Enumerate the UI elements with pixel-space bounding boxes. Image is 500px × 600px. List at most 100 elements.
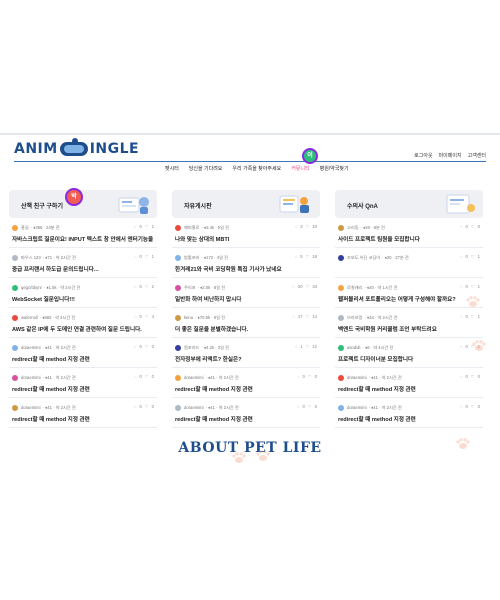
post-author[interactable]: 브라보멍	[347, 315, 362, 321]
avatar[interactable]	[338, 284, 344, 291]
post-item[interactable]: 원포지드 · ♦4.2k · 3일 전 ◌ 1 ♡ 12 전자정부에 리액트? 한실은?	[172, 338, 320, 368]
post-author[interactable]: wafernoll	[21, 315, 38, 320]
like-count: 0	[314, 374, 317, 379]
avatar[interactable]	[12, 284, 18, 291]
avatar[interactable]	[175, 344, 181, 351]
post-title[interactable]: redirect할 때 method 지정 관련	[338, 385, 480, 393]
post-title[interactable]: 웹퍼블리셔 포트폴리오는 어떻게 구성해야 할까요?	[338, 295, 480, 303]
avatar[interactable]	[338, 224, 344, 231]
post-author[interactable]: doraemimi	[21, 345, 41, 350]
post-title[interactable]: redirect할 때 method 지정 관련	[175, 415, 317, 423]
post-title[interactable]: AWS 같은 IP에 두 도메인 연결 관련하여 질문 드립니다.	[12, 325, 154, 333]
mypage-link[interactable]: 마이페이지	[439, 152, 462, 159]
post-title[interactable]: 나와 맞는 상대의 MBTI	[175, 235, 317, 243]
post-title[interactable]: redirect할 때 method 지정 관련	[175, 385, 317, 393]
post-author[interactable]: 해피홍로	[184, 225, 199, 231]
nav-item-hospital[interactable]: 병원/약국찾기	[320, 165, 349, 172]
post-author[interactable]: qegcrbbynr	[21, 285, 42, 290]
nav-item-waiting[interactable]: 당신을 기다려요	[189, 165, 223, 172]
post-author[interactable]: doraemimi	[184, 375, 204, 380]
post-item[interactable]: 밤톨포비 · ♦172 · 4일 전 ◌ 5 ♡ 18 한겨레21와 국비 코딩학원 특집 …	[172, 248, 320, 278]
avatar[interactable]	[12, 404, 18, 411]
post-item[interactable]: doraemimi · ♦41 · 약 2시간 전 ◌ 0 ♡ 0 redirect할 때 …	[9, 338, 157, 368]
post-item[interactable]: 로칠캐리 · ♦20 · 약 1시간 전 ◌ 0 ♡ 1 웹퍼블리셔 포트폴리오는 어떻게 …	[335, 278, 483, 308]
post-item[interactable]: 쿠리포 · ♦2.0k · 8일 전 ◌ 20 ♡ 34 일반화 하여 비난하지 맙시다	[172, 278, 320, 308]
post-author[interactable]: 원포지드	[184, 345, 199, 351]
post-author[interactable]: asodult	[347, 345, 361, 350]
post-counts: ◌ 0 ♡ 0	[297, 404, 317, 409]
post-title[interactable]: 더 좋은 질문을 분별하겠습니다.	[175, 325, 317, 333]
avatar[interactable]	[175, 224, 181, 231]
post-author[interactable]: doraemimi	[347, 405, 367, 410]
post-item[interactable]: wafernoll · ♦665 · 약 2시간 전 ◌ 0 ♡ 4 AWS 같은 IP에 …	[9, 308, 157, 338]
avatar[interactable]	[12, 344, 18, 351]
avatar[interactable]	[338, 374, 344, 381]
post-title[interactable]: redirect할 때 method 지정 관련	[12, 385, 154, 393]
post-item[interactable]: doraemimi · ♦41 · 약 2시간 전 ◌ 0 ♡ 0 redirect할 때 …	[9, 398, 157, 428]
post-title[interactable]: 프로젝트 디자이너분 모집합니다	[338, 355, 480, 363]
post-author[interactable]: doraemimi	[21, 375, 41, 380]
avatar[interactable]	[175, 314, 181, 321]
post-title[interactable]: WebSocket 질문입니다!!!	[12, 295, 154, 303]
avatar[interactable]	[338, 254, 344, 261]
avatar[interactable]	[338, 344, 344, 351]
like-icon: ♡	[307, 374, 312, 379]
post-item[interactable]: doraemimi · ♦41 · 약 2시간 전 ◌ 0 ♡ 0 redirect할 때 …	[9, 368, 157, 398]
post-item[interactable]: kenu · ♦70.6k · 8일 전 ◌ 17 ♡ 14 더 좋은 질문을 분별하겠습니…	[172, 308, 320, 338]
post-author[interactable]: 고리동	[347, 225, 359, 231]
post-item[interactable]: doraemimi · ♦41 · 약 2시간 전 ◌ 0 ♡ 0 redirect할 때 …	[335, 398, 483, 428]
avatar[interactable]	[12, 254, 18, 261]
post-author[interactable]: 파우스 123	[21, 255, 41, 261]
nav-item-community[interactable]: 커뮤니티	[291, 165, 309, 172]
nav-item-find-family[interactable]: 우리 가족을 찾아주세요	[232, 165, 281, 172]
avatar[interactable]	[338, 314, 344, 321]
post-title[interactable]: 중급 프리랜서 하도급 문의드립니다...	[12, 265, 154, 273]
post-author[interactable]: 로칠캐리	[347, 285, 362, 291]
post-item[interactable]: doraemimi · ♦41 · 약 2시간 전 ◌ 0 ♡ 0 redirect할 때 …	[172, 368, 320, 398]
post-item[interactable]: 조보도 어딘 코딩이 · ♦20 · 27분 전 ◌ 0 ♡ 1	[335, 248, 483, 278]
post-author[interactable]: 밤톨포비	[184, 255, 199, 261]
like-icon: ♡	[144, 284, 149, 289]
post-author[interactable]: kenu	[184, 315, 193, 320]
post-title[interactable]: redirect할 때 method 지정 관련	[338, 415, 480, 423]
post-title[interactable]: 사이드 프로젝트 팀원을 모집합니다	[338, 235, 480, 243]
nav-item-petsitter[interactable]: 펫시터	[165, 165, 179, 172]
post-item[interactable]: 홍길 · ♦356 · 24분 전 ◌ 0 ♡ 1 자바스크립트 질문이요! INPUT 텍…	[9, 218, 157, 248]
comment-icon: ◌	[134, 404, 137, 409]
avatar[interactable]	[175, 374, 181, 381]
post-author[interactable]: 홍길	[21, 225, 29, 231]
post-author[interactable]: doraemimi	[184, 405, 204, 410]
avatar[interactable]	[338, 404, 344, 411]
post-title[interactable]: 자바스크립트 질문이요! INPUT 텍스트 창 안에서 엔터기능을 ...	[12, 235, 154, 243]
post-item[interactable]: qegcrbbynr · ♦1.5k · 약 2시간 전 ◌ 0 ♡ 2 WebSocket…	[9, 278, 157, 308]
post-title[interactable]: 한겨레21와 국비 코딩학원 특집 기사가 났네요	[175, 265, 317, 273]
avatar[interactable]	[12, 224, 18, 231]
customer-center-link[interactable]: 고객센터	[468, 152, 486, 159]
post-title[interactable]: 백엔드 국비학원 커리큘럼 조언 부탁드려요	[338, 325, 480, 333]
post-item[interactable]: 브라보멍 · ♦34 · 약 2시간 전 ◌ 0 ♡ 1 백엔드 국비학원 커리큘럼 조언 …	[335, 308, 483, 338]
avatar[interactable]	[175, 284, 181, 291]
avatar[interactable]	[12, 314, 18, 321]
post-title[interactable]: 전자정부에 리액트? 한실은?	[175, 355, 317, 363]
logout-link[interactable]: 로그아웃	[414, 152, 432, 159]
post-title[interactable]: redirect할 때 method 지정 관련	[12, 355, 154, 363]
avatar[interactable]	[175, 254, 181, 261]
post-item[interactable]: asodult· ♦6 · 약 4시간 전◌0♡1프로젝트 디자이너분 모집합니…	[335, 338, 483, 368]
post-title[interactable]: 일반화 하여 비난하지 맙시다	[175, 295, 317, 303]
post-author[interactable]: doraemimi	[21, 405, 41, 410]
post-item[interactable]: 고리동 · ♦20 · 8분 전 ◌ 0 ♡ 0 사이드 프로젝트 팀원을 모집합니다	[335, 218, 483, 248]
post-item[interactable]: 해피홍로 · ♦3.4k · 5일 전 ◌ 3 ♡ 10 나와 맞는 상대의 MBTI	[172, 218, 320, 248]
post-item[interactable]: 파우스 123 · ♦71 · 약 2시간 전 ◌ 0 ♡ 1 중급 프리랜서 하도급 문의…	[9, 248, 157, 278]
post-author[interactable]: 쿠리포	[184, 285, 196, 291]
avatar[interactable]	[12, 374, 18, 381]
post-author[interactable]: 조보도 어딘 코딩이	[347, 255, 380, 261]
board-banner[interactable]: 자유게시판	[172, 190, 320, 218]
post-item[interactable]: doraemimi · ♦41 · 약 2시간 전 ◌ 0 ♡ 0 redirect할 때 …	[335, 368, 483, 398]
avatar[interactable]	[175, 404, 181, 411]
post-item[interactable]: doraemimi · ♦41 · 약 2시간 전 ◌ 0 ♡ 0 redirect할 때 …	[172, 398, 320, 428]
post-title[interactable]: redirect할 때 method 지정 관련	[12, 415, 154, 423]
board-banner[interactable]: 수의사 QnA	[335, 190, 483, 218]
logo[interactable]: ANIM INGLE	[14, 138, 139, 159]
post-author[interactable]: doraemimi	[347, 375, 367, 380]
board-banner[interactable]: 산책 친구 구하기 박	[9, 188, 157, 218]
